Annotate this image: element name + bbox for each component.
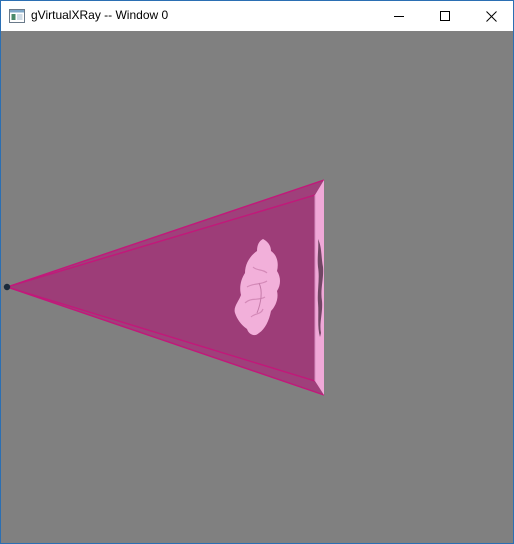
xray-source-point [3, 283, 11, 291]
title-bar[interactable]: gVirtualXRay -- Window 0 [1, 1, 513, 31]
close-button[interactable] [468, 1, 514, 31]
maximize-icon [440, 11, 450, 21]
app-window-icon [9, 9, 25, 23]
close-icon [485, 10, 497, 22]
xray-scene [3, 179, 325, 396]
maximize-button[interactable] [422, 1, 468, 31]
xray-3d-viewport[interactable] [1, 31, 513, 543]
minimize-button[interactable] [376, 1, 422, 31]
minimize-icon [394, 11, 404, 21]
window-title: gVirtualXRay -- Window 0 [31, 8, 169, 22]
application-window: gVirtualXRay -- Window 0 [0, 0, 514, 544]
